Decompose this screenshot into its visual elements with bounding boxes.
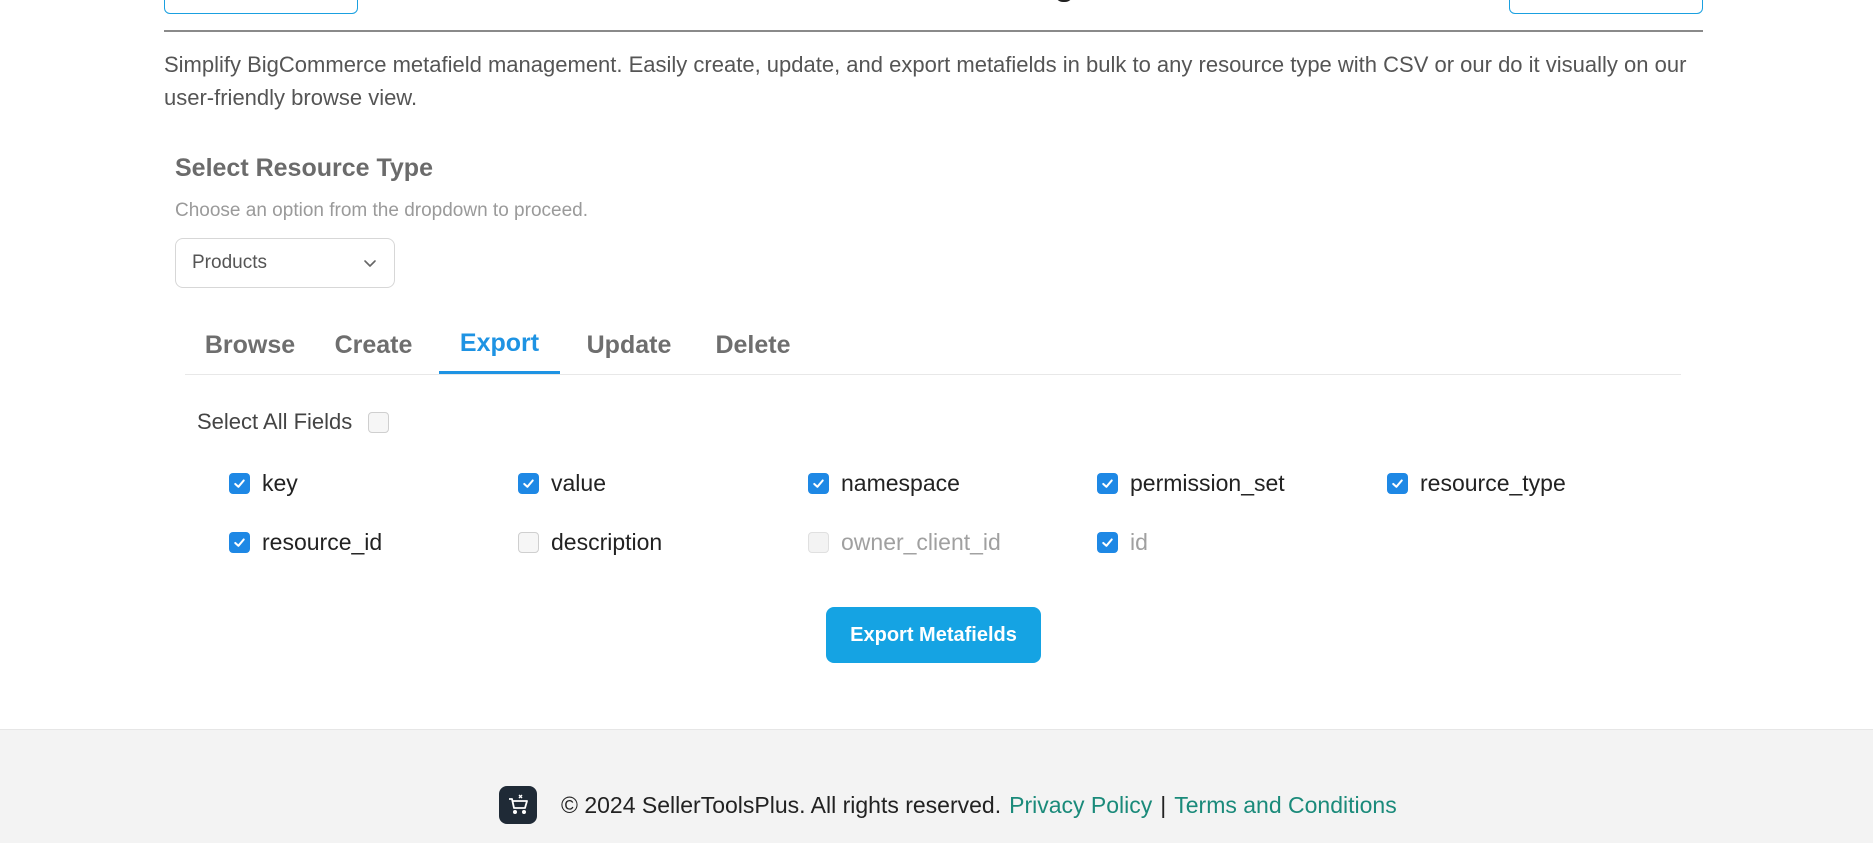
terms-conditions-link[interactable]: Terms and Conditions [1174,792,1396,819]
field-label: resource_type [1420,470,1566,496]
chevron-down-icon [364,260,376,267]
field-label: id [1130,529,1148,555]
field-checkbox-owner-client-id [808,532,829,553]
app-description: Simplify BigCommerce metafield managemen… [164,52,1687,110]
field-checkbox-namespace[interactable] [808,473,829,494]
field-label: resource_id [262,529,383,555]
field-option-id: id [1097,529,1148,556]
resource-type-selected: Products [192,252,267,273]
field-option-owner-client-id: owner_client_id [808,529,1001,556]
tab-create[interactable]: Create [318,316,429,374]
field-label: value [551,470,606,496]
select-all-checkbox[interactable] [368,411,390,433]
resource-type-hint: Choose an option from the dropdown to pr… [175,200,588,221]
select-all-label: Select All Fields [197,409,353,434]
field-label: permission_set [1130,470,1285,496]
header-divider [164,30,1703,32]
field-option-resource-id[interactable]: resource_id [229,529,382,556]
footer-copyright: © 2024 SellerToolsPlus. All rights reser… [561,791,1002,818]
field-option-value[interactable]: value [518,470,606,497]
footer-separator: | [1160,791,1167,818]
header-left-button[interactable] [164,0,358,14]
tab-export[interactable]: Export [439,316,560,374]
page-title-fragment [1055,0,1073,2]
field-label: owner_client_id [841,529,1001,555]
privacy-policy-link[interactable]: Privacy Policy [1009,792,1152,819]
field-option-resource-type[interactable]: resource_type [1387,470,1566,497]
header-right-button[interactable] [1509,0,1703,14]
field-option-description[interactable]: description [518,529,662,556]
resource-type-heading: Select Resource Type [175,154,433,182]
field-checkbox-resource-id[interactable] [229,532,250,553]
tab-browse[interactable]: Browse [185,316,315,374]
sellertoolsplus-logo-icon [499,786,537,824]
tab-delete[interactable]: Delete [696,316,810,374]
field-checkbox-key[interactable] [229,473,250,494]
field-label: namespace [841,470,960,496]
resource-type-dropdown[interactable]: Products [175,238,395,288]
field-label: description [551,529,663,555]
field-checkbox-permission-set[interactable] [1097,473,1118,494]
field-option-key[interactable]: key [229,470,298,497]
field-checkbox-id [1097,532,1118,553]
action-tabs: Browse Create Export Update Delete [185,316,1681,375]
select-all-fields: Select All Fields [197,409,390,435]
field-checkbox-description[interactable] [518,532,539,553]
field-checkbox-value[interactable] [518,473,539,494]
field-checkbox-resource-type[interactable] [1387,473,1408,494]
field-label: key [262,470,298,496]
tab-update[interactable]: Update [570,316,688,374]
export-metafields-button[interactable]: Export Metafields [826,607,1041,663]
field-option-namespace[interactable]: namespace [808,470,960,497]
field-option-permission-set[interactable]: permission_set [1097,470,1285,497]
footer: © 2024 SellerToolsPlus. All rights reser… [0,729,1873,843]
